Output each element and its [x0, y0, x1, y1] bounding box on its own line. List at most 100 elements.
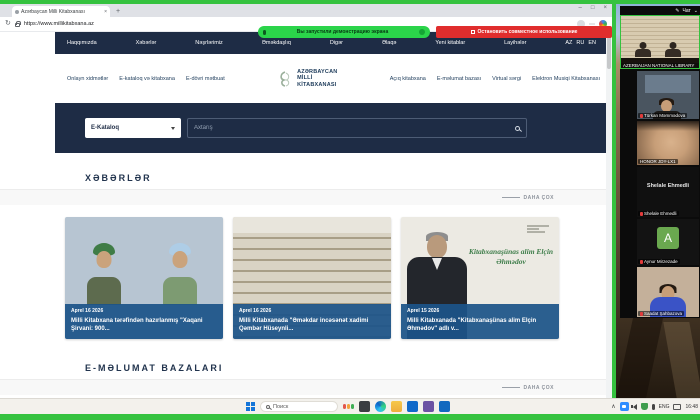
lang-ru[interactable]: RU: [576, 40, 584, 46]
language-indicator[interactable]: ENG: [659, 404, 670, 410]
keyboard-icon[interactable]: [673, 404, 681, 410]
subnav-e-melumat-bazasi[interactable]: E-məlumat bazası: [437, 76, 481, 82]
news-more-link[interactable]: DAHA ÇOX: [524, 195, 554, 201]
news-card-1-title[interactable]: Milli Kitabxana tərəfindən hazırlanmış "…: [71, 317, 217, 333]
system-tray: ∧ ENG 16:48: [611, 402, 698, 411]
subnav-virtual-sergi[interactable]: Virtual sərgi: [492, 76, 521, 82]
news-card-1-overlay: Aprel 16 2026 Milli Kitabxana tərəfindən…: [65, 304, 223, 339]
participant-tile-active[interactable]: AZERBAIJAN NATIONAL LIBRARY: [620, 15, 700, 69]
taskbar-search[interactable]: Поиск: [260, 401, 338, 412]
window-controls: – □ ×: [579, 5, 607, 11]
person-silhouette: [635, 42, 651, 57]
nav-diger[interactable]: Digər: [330, 40, 343, 46]
taskbar-center: Поиск: [246, 401, 450, 412]
speaker-icon[interactable]: [633, 404, 637, 410]
subnav-left: Onlayn xidmətlər E-kataloq və kitabxana …: [67, 76, 225, 82]
nav-yeni-kitablar[interactable]: Yeni kitablar: [435, 40, 465, 46]
store-icon[interactable]: [407, 401, 418, 412]
file-explorer-icon[interactable]: [391, 401, 402, 412]
windows-taskbar: Поиск ∧ ENG 16:48: [0, 398, 700, 414]
news-card-1[interactable]: Aprel 16 2026 Milli Kitabxana tərəfindən…: [65, 217, 223, 339]
participant-tile[interactable]: Shelale Ehmedli Shelale Ehmedli: [637, 167, 699, 217]
subnav-e-kataloq[interactable]: E-kataloq və kitabxana: [119, 76, 175, 82]
minimize-icon[interactable]: –: [579, 5, 582, 11]
muted-mic-icon: [640, 312, 643, 316]
wallpaper-rock-highlight: [663, 322, 700, 398]
chat-button[interactable]: Чат: [683, 8, 691, 14]
stop-share-button[interactable]: Остановить совместное использование: [436, 26, 612, 38]
banner-menu-icon[interactable]: [419, 29, 425, 35]
close-tab-icon[interactable]: ×: [104, 9, 107, 15]
lock-icon[interactable]: [15, 23, 20, 27]
subnav-elektron-musiqi[interactable]: Elektron Musiqi Kitabxanası: [532, 76, 600, 82]
nav-haqqimizda[interactable]: Haqqımızda: [67, 40, 97, 46]
screenshare-border-bottom: [0, 414, 700, 420]
new-tab-button[interactable]: +: [116, 7, 120, 17]
nav-layiheler[interactable]: Layihələr: [504, 40, 526, 46]
nav-elaqe[interactable]: Əlaqə: [382, 40, 397, 46]
nav-emekdasliq[interactable]: Əməkdaşlıq: [262, 40, 291, 46]
participant-tile[interactable]: HONOR JDY-LX1: [637, 121, 699, 165]
site-logo[interactable]: AZƏRBAYCAN MİLLİ KİTABXANASI: [277, 69, 337, 88]
collapse-chevron-icon[interactable]: ⌄: [694, 8, 698, 14]
muted-mic-icon: [640, 114, 643, 118]
outlook-icon[interactable]: [439, 401, 450, 412]
lang-az[interactable]: AZ: [565, 40, 572, 46]
databases-heading: E-MƏLUMAT BAZALARI: [85, 363, 612, 373]
search-box: [187, 118, 527, 138]
participant-name-label: Shelale Ehmedli: [638, 211, 679, 216]
library-logo-icon: [277, 71, 293, 87]
participant-tile[interactable]: Türkan Məmmədova: [637, 71, 699, 119]
reload-icon[interactable]: ↻: [5, 20, 11, 28]
close-window-icon[interactable]: ×: [603, 5, 607, 11]
participant-tile[interactable]: Saadat Şahbazova: [637, 267, 699, 317]
browser-tab[interactable]: Azərbaycan Milli Kitabxanası ×: [12, 6, 110, 17]
maximize-icon[interactable]: □: [591, 5, 595, 11]
scrollbar-thumb[interactable]: [607, 35, 611, 69]
participant-center-name: Shelale Ehmedli: [637, 183, 699, 189]
favicon: [15, 10, 19, 14]
task-view-people-icon[interactable]: [343, 404, 354, 409]
subnav-onlayn-xidmetler[interactable]: Onlayn xidmətlər: [67, 76, 108, 82]
chevron-down-icon: [171, 127, 175, 130]
photos-icon[interactable]: [423, 401, 434, 412]
antivirus-shield-icon[interactable]: [641, 403, 648, 410]
nav-xeberler[interactable]: Xəbərlər: [136, 40, 157, 46]
search-icon[interactable]: [515, 126, 520, 131]
participant-name-label: Saadat Şahbazova: [638, 311, 684, 316]
subnav-aciq-kitabxana[interactable]: Açıq kitabxana: [390, 76, 426, 82]
lang-en[interactable]: EN: [588, 40, 596, 46]
participant-avatar: A: [657, 227, 679, 249]
dark-app-icon[interactable]: [359, 401, 370, 412]
mic-icon: [263, 30, 266, 35]
subnav-e-dovri-metbuat[interactable]: E-dövri mətbuat: [186, 76, 225, 82]
language-switcher: AZ RU EN: [565, 40, 596, 46]
news-card-2[interactable]: Aprel 16 2026 Milli Kitabxanada "Əməkdar…: [233, 217, 391, 339]
news-card-2-title[interactable]: Milli Kitabxanada "Əməkdar incəsənət xad…: [239, 317, 385, 333]
databases-more-link[interactable]: DAHA ÇOX: [524, 385, 554, 391]
microphone-icon[interactable]: [652, 404, 655, 410]
suit-figure-head: [427, 235, 447, 258]
screenshare-border-right: [612, 4, 616, 398]
desktop-wallpaper: ✎ Чат ⌄ AZERBAIJAN NATIONAL LIBRARY: [616, 4, 700, 398]
participant-name-label: Aynur Mirzezade: [638, 259, 680, 264]
news-card-3[interactable]: Kitabxanaşünas alim Elçin Əhmədov Aprel …: [401, 217, 559, 339]
edge-icon[interactable]: [375, 401, 386, 412]
search-icon: [266, 405, 270, 409]
muted-mic-icon: [640, 260, 643, 264]
news-card-1-date: Aprel 16 2026: [71, 308, 217, 314]
zoom-app-icon[interactable]: [620, 402, 629, 411]
annotate-pencil-icon[interactable]: ✎: [675, 8, 679, 14]
search-input[interactable]: [194, 125, 515, 131]
tray-chevron-up-icon[interactable]: ∧: [611, 403, 615, 410]
news-card-3-title[interactable]: Milli Kitabxanada "Kitabxanaşünas alim E…: [407, 317, 553, 333]
screenshare-banner: Вы запустили демонстрацию экрана: [258, 26, 430, 38]
nav-nesrlerimiz[interactable]: Nəşrlərimiz: [195, 40, 223, 46]
start-button[interactable]: [246, 402, 255, 411]
stop-icon: [471, 30, 475, 34]
participant-tile[interactable]: A Aynur Mirzezade: [637, 219, 699, 265]
search-category-select[interactable]: E-Kataloq: [85, 118, 181, 138]
card-logo-mark: [527, 225, 549, 233]
meeting-video-panel: ✎ Чат ⌄ AZERBAIJAN NATIONAL LIBRARY: [620, 6, 700, 318]
clock[interactable]: 16:48: [685, 404, 698, 410]
